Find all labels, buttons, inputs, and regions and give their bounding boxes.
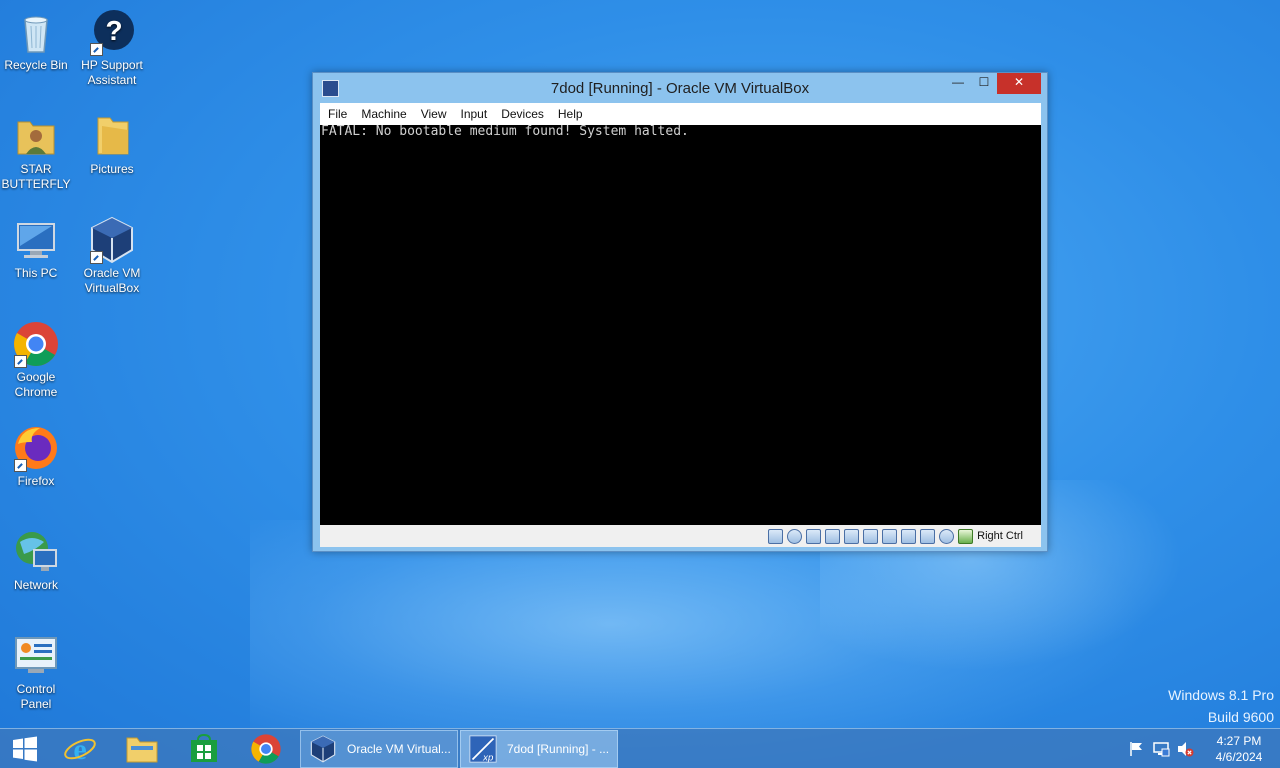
usb-icon[interactable] (844, 528, 860, 544)
task-label: 7dod [Running] - ... (507, 742, 610, 756)
watermark-build: Build 9600 (1207, 709, 1274, 725)
desktop-icon-this-pc[interactable]: This PC (0, 216, 72, 281)
shortcut-arrow-icon (14, 459, 27, 472)
cpu-icon[interactable] (920, 528, 936, 544)
desktop-icon-recycle-bin[interactable]: Recycle Bin (0, 8, 72, 73)
taskbar-google-chrome[interactable] (236, 729, 296, 768)
xp-vm-icon: xp (469, 735, 497, 763)
console-error-message: FATAL: No bootable medium found! System … (321, 124, 689, 139)
desktop-icon-label: Oracle VM VirtualBox (83, 266, 141, 295)
shortcut-arrow-icon (90, 251, 103, 264)
taskbar-store[interactable] (174, 729, 234, 768)
desktop-icon-label: Firefox (17, 474, 55, 488)
shortcut-arrow-icon (14, 355, 27, 368)
windows-logo-icon (13, 736, 37, 762)
chrome-icon (12, 320, 60, 368)
start-button[interactable] (0, 729, 50, 768)
folder-icon (88, 112, 136, 160)
desktop-icon-google-chrome[interactable]: Google Chrome (0, 320, 72, 400)
menu-input[interactable]: Input (461, 107, 488, 121)
vm-display-screen[interactable]: FATAL: No bootable medium found! System … (320, 125, 1041, 525)
clock-date: 4/6/2024 (1215, 750, 1263, 764)
mouse-integration-icon[interactable] (939, 528, 955, 544)
desktop-icon-pictures[interactable]: Pictures (76, 112, 148, 177)
video-capture-icon[interactable] (901, 528, 917, 544)
display-icon[interactable] (882, 528, 898, 544)
system-tray (1128, 729, 1194, 768)
task-label: Oracle VM Virtual... (347, 742, 451, 756)
shared-folders-icon[interactable] (863, 528, 879, 544)
file-explorer-icon (126, 737, 158, 763)
desktop-icon-label: HP Support Assistant (81, 58, 143, 87)
desktop-icon-control-panel[interactable]: Control Panel (0, 632, 72, 712)
desktop-icon-label: This PC (14, 266, 58, 280)
taskbar-file-explorer[interactable] (112, 729, 172, 768)
menu-help[interactable]: Help (558, 107, 583, 121)
host-key-label: Right Ctrl (977, 530, 1023, 542)
recycle-bin-icon (12, 8, 60, 56)
menu-view[interactable]: View (421, 107, 447, 121)
network-globe-icon (12, 528, 60, 576)
taskbar-task-vm-running[interactable]: xp 7dod [Running] - ... (460, 730, 618, 768)
action-center-flag-icon[interactable] (1128, 740, 1146, 758)
windows-build-watermark: Windows 8.1 Pro Build 9600 (1168, 684, 1274, 728)
desktop-icon-user-folder[interactable]: STAR BUTTERFLY (0, 112, 72, 192)
close-button[interactable]: ✕ (997, 73, 1041, 94)
help-question-icon: ? (88, 8, 136, 56)
desktop-icon-network[interactable]: Network (0, 528, 72, 593)
desktop-icon-label: STAR BUTTERFLY (1, 162, 71, 191)
network-icon[interactable] (825, 528, 841, 544)
svg-text:e: e (73, 733, 86, 766)
desktop-icon-label: Control Panel (16, 682, 56, 711)
menu-devices[interactable]: Devices (501, 107, 544, 121)
keyboard-capture-icon[interactable] (958, 528, 974, 544)
desktop-icon-virtualbox[interactable]: Oracle VM VirtualBox (76, 216, 148, 296)
desktop-icon-label: Pictures (90, 162, 134, 176)
hard-disk-icon[interactable] (768, 528, 784, 544)
minimize-button[interactable]: — (945, 73, 971, 94)
network-status-icon[interactable] (1152, 740, 1170, 758)
desktop-icon-label: Google Chrome (14, 370, 58, 399)
firefox-icon (12, 424, 60, 472)
shortcut-arrow-icon (90, 43, 103, 56)
taskbar-task-virtualbox-manager[interactable]: Oracle VM Virtual... (300, 730, 458, 768)
user-folder-icon (12, 112, 60, 160)
watermark-edition: Windows 8.1 Pro (1168, 687, 1274, 703)
speaker-muted-icon[interactable] (1176, 740, 1194, 758)
audio-icon[interactable] (806, 528, 822, 544)
store-bag-icon (191, 734, 217, 762)
control-panel-icon (12, 632, 60, 680)
svg-text:?: ? (105, 15, 122, 46)
clock-time: 4:27 PM (1216, 734, 1262, 748)
status-bar: Right Ctrl (320, 525, 1041, 547)
chrome-icon (251, 734, 281, 764)
maximize-button[interactable]: ☐ (971, 73, 997, 94)
taskbar: e Oracle VM Virtual... xp 7dod [Running]… (0, 728, 1280, 768)
menu-machine[interactable]: Machine (361, 107, 406, 121)
desktop-icon-firefox[interactable]: Firefox (0, 424, 72, 489)
optical-drive-icon[interactable] (787, 528, 803, 544)
virtualbox-cube-icon (310, 735, 336, 763)
menu-file[interactable]: File (328, 107, 347, 121)
desktop-icon-label: Recycle Bin (4, 58, 68, 72)
window-titlebar[interactable]: 7dod [Running] - Oracle VM VirtualBox — … (313, 73, 1047, 103)
desktop-icon-label: Network (13, 578, 58, 592)
svg-text:xp: xp (482, 752, 494, 763)
desktop-icon-hp-support-assistant[interactable]: ? HP Support Assistant (76, 8, 148, 88)
virtualbox-vm-window[interactable]: 7dod [Running] - Oracle VM VirtualBox — … (312, 72, 1048, 552)
taskbar-clock[interactable]: 4:27 PM 4/6/2024 (1206, 733, 1272, 765)
internet-explorer-icon: e (64, 733, 96, 766)
taskbar-internet-explorer[interactable]: e (50, 729, 110, 768)
computer-monitor-icon (12, 216, 60, 264)
virtualbox-cube-icon (88, 216, 136, 264)
window-title: 7dod [Running] - Oracle VM VirtualBox (550, 80, 810, 97)
menu-bar: File Machine View Input Devices Help (320, 103, 1041, 125)
